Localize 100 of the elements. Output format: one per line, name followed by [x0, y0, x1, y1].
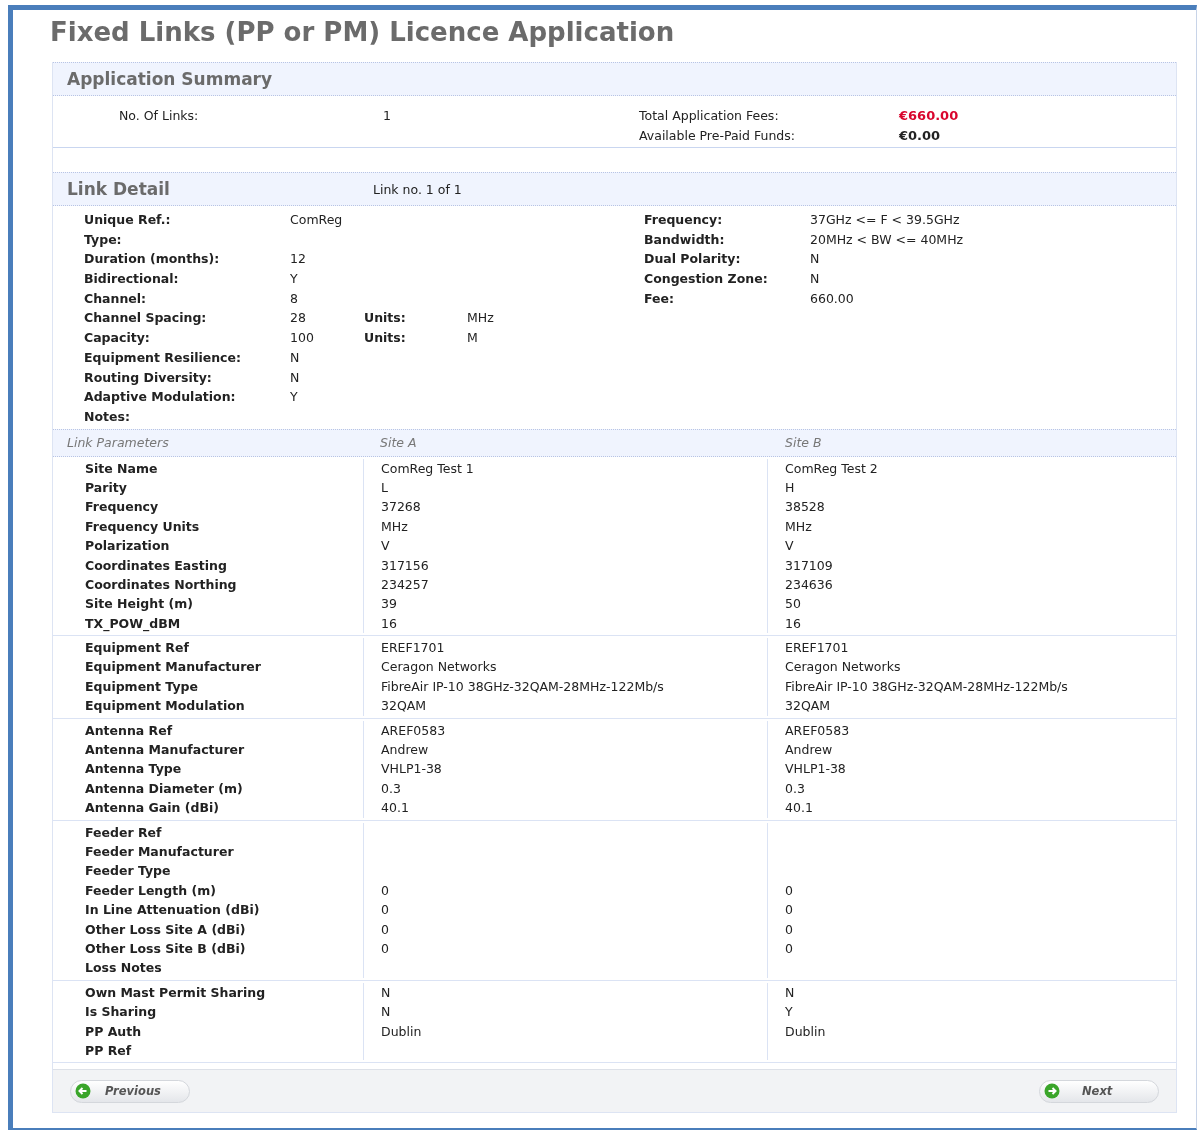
table-cell: 0: [381, 902, 389, 918]
table-cell: Ceragon Networks: [785, 659, 901, 675]
table-cell: 0: [785, 940, 793, 956]
field-label: Equipment Resilience:: [84, 348, 242, 367]
table-cell: 0: [381, 882, 389, 898]
table-cell: N: [381, 984, 391, 1000]
field-value: €660.00: [899, 108, 959, 125]
field-label: Dual Polarity:: [644, 250, 742, 269]
table-cell: 0: [785, 902, 793, 918]
table-cell: 0: [785, 882, 793, 898]
table-cell: MHz: [381, 518, 408, 534]
row-label: Polarization: [85, 538, 170, 554]
row-label: Feeder Length (m): [85, 882, 216, 898]
row-label: Feeder Type: [85, 863, 171, 879]
row-label: Antenna Gain (dBi): [85, 800, 220, 816]
table-cell: MHz: [785, 518, 812, 534]
table-cell: 234257: [381, 576, 429, 592]
row-label: Loss Notes: [85, 960, 162, 976]
row-label: Site Height (m): [85, 596, 193, 612]
table-cell: Y: [785, 1004, 793, 1020]
field-label: Routing Diversity:: [84, 368, 213, 387]
previous-button[interactable]: Previous: [70, 1079, 190, 1103]
link-number: Link no. 1 of 1: [373, 181, 462, 197]
row-label: Coordinates Easting: [85, 557, 227, 573]
table-cell: 32QAM: [381, 698, 427, 714]
row-label: Antenna Type: [85, 761, 182, 777]
row-label: Other Loss Site B (dBi): [85, 940, 246, 956]
table-cell: 0.3: [381, 780, 401, 796]
field-label: Channel:: [84, 289, 148, 308]
table-cell: Andrew: [381, 742, 429, 758]
field-value: N: [810, 270, 820, 289]
table-cell: H: [785, 479, 795, 495]
table-cell: 40.1: [381, 800, 409, 816]
field-label: Available Pre-Paid Funds:: [639, 127, 796, 145]
field-value: €0.00: [899, 127, 942, 145]
field-value: N: [290, 369, 300, 385]
table-cell: 0: [785, 921, 793, 937]
row-label: Equipment Modulation: [85, 698, 245, 714]
field-value: 37GHz <= F < 39.5GHz: [810, 211, 960, 229]
table-cell: V: [785, 538, 794, 554]
table-cell: 16: [381, 615, 397, 631]
row-label: PP Auth: [85, 1023, 142, 1039]
table-cell: ComReg Test 1: [381, 460, 474, 476]
field-label: No. Of Links:: [119, 108, 200, 125]
table-cell: 16: [785, 615, 801, 631]
field-label: Unique Ref.:: [84, 211, 172, 229]
field-value: ComReg: [290, 212, 343, 227]
row-label: Parity: [85, 479, 127, 495]
table-cell: VHLP1-38: [381, 761, 442, 777]
field-value: M: [467, 329, 478, 348]
section-title: Application Summary: [67, 69, 273, 89]
table-cell: Dublin: [785, 1023, 826, 1039]
table-cell: EREF1701: [381, 640, 445, 656]
table-cell: 37268: [381, 499, 421, 515]
field-value: 28: [290, 310, 306, 326]
table-cell: VHLP1-38: [785, 761, 846, 777]
field-value: MHz: [467, 309, 494, 328]
table-cell: 234636: [785, 576, 833, 592]
table-cell: EREF1701: [785, 640, 849, 656]
table-cell: 39: [381, 596, 397, 612]
field-value: 100: [290, 330, 314, 346]
table-cell: 317156: [381, 557, 429, 573]
table-cell: Andrew: [785, 742, 833, 758]
row-label: Coordinates Northing: [85, 576, 237, 592]
table-cell: 32QAM: [785, 698, 831, 714]
table-cell: 317109: [785, 557, 833, 573]
column-header: Link Parameters: [66, 435, 170, 451]
field-label: Bidirectional:: [84, 270, 180, 289]
field-label: Adaptive Modulation:: [84, 388, 237, 407]
row-label: Frequency: [85, 499, 159, 515]
table-cell: AREF0583: [381, 722, 446, 738]
table-cell: 0.3: [785, 780, 805, 796]
field-value: 20MHz < BW <= 40MHz: [810, 230, 964, 249]
field-label: Notes:: [84, 407, 131, 426]
table-cell: 0: [381, 921, 389, 937]
next-button[interactable]: Next: [1039, 1079, 1159, 1103]
field-label: Units:: [364, 329, 407, 348]
section-title: Link Detail: [67, 179, 171, 199]
table-cell: 0: [381, 940, 389, 956]
field-label: Channel Spacing:: [84, 309, 208, 328]
row-label: Is Sharing: [85, 1004, 157, 1020]
row-label: In Line Attenuation (dBi): [85, 902, 260, 918]
row-label: Site Name: [85, 460, 158, 476]
row-label: Equipment Type: [85, 678, 198, 694]
row-label: PP Ref: [85, 1042, 132, 1058]
row-label: Feeder Ref: [85, 824, 162, 840]
field-label: Duration (months):: [84, 250, 221, 269]
table-cell: AREF0583: [785, 722, 850, 738]
field-value: 12: [290, 251, 306, 267]
row-label: Frequency Units: [85, 518, 200, 534]
field-label: Units:: [364, 309, 407, 328]
row-label: Antenna Ref: [85, 722, 173, 738]
table-cell: ComReg Test 2: [785, 460, 878, 476]
field-label: Bandwidth:: [644, 230, 726, 249]
field-value: 660.00: [810, 289, 854, 308]
row-label: Own Mast Permit Sharing: [85, 984, 266, 1000]
field-value: N: [810, 250, 820, 269]
field-label: Fee:: [644, 289, 675, 308]
table-cell: N: [381, 1004, 391, 1020]
row-label: Equipment Ref: [85, 640, 189, 656]
